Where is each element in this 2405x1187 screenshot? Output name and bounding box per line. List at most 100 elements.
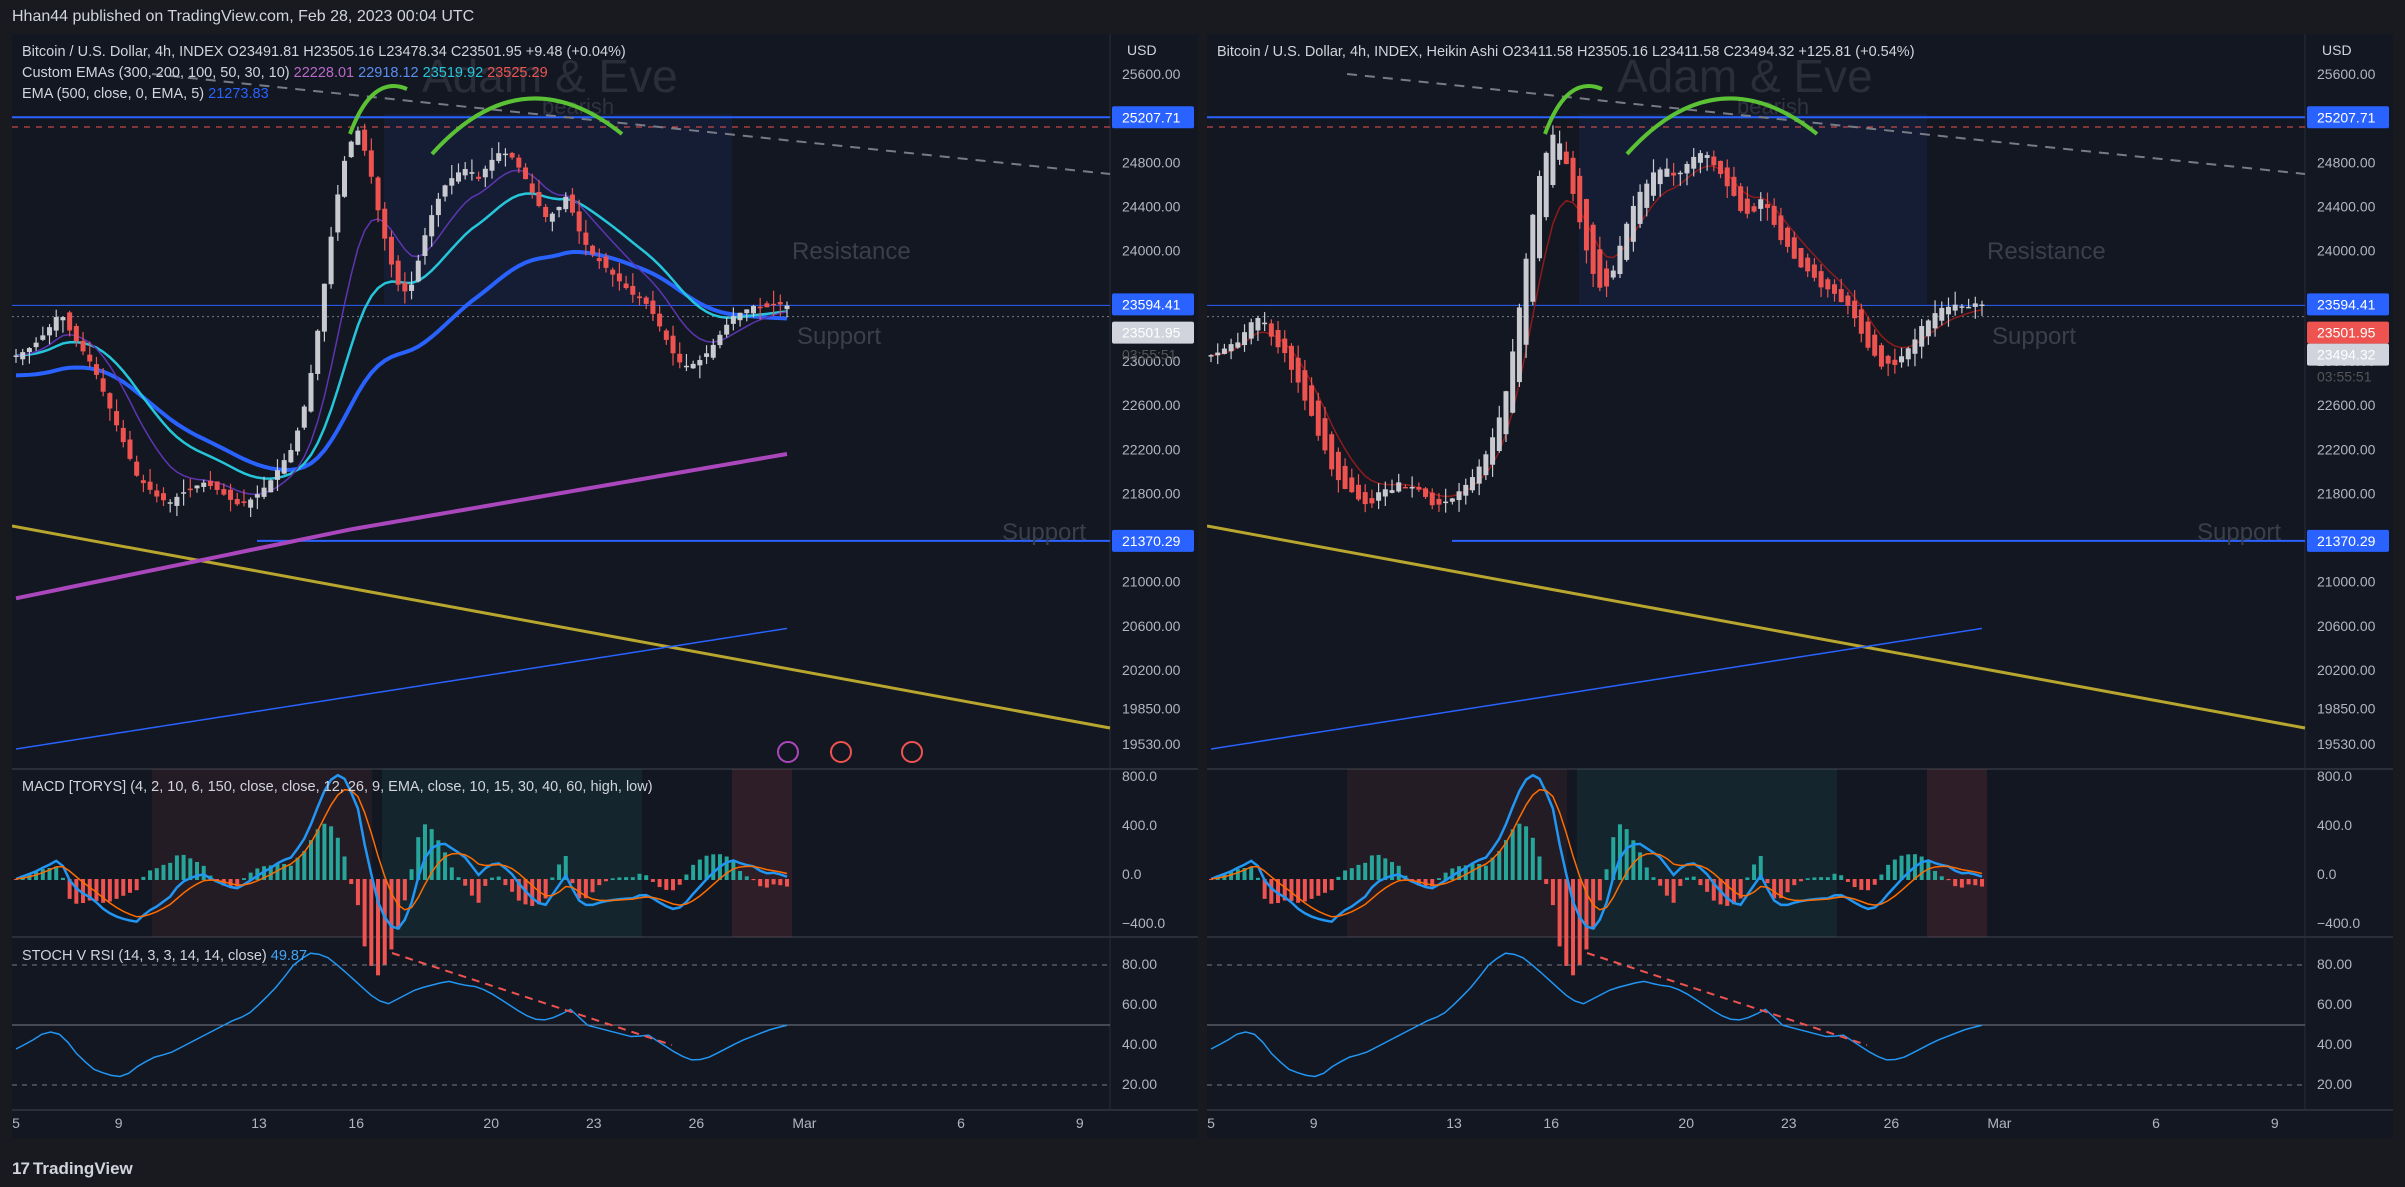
candle-body bbox=[402, 282, 408, 292]
tradingview-logo[interactable]: 17 TradingView bbox=[12, 1159, 133, 1179]
price-tick-label: 22600.00 bbox=[1122, 397, 1181, 413]
candle-body bbox=[53, 317, 59, 331]
chart-canvas-left[interactable]: 25600.0024800.0024400.0024000.0023000.00… bbox=[12, 34, 1198, 1138]
price-tick-label: 20600.00 bbox=[1122, 618, 1181, 634]
macd-histogram-bar bbox=[322, 823, 327, 880]
macd-histogram-bar bbox=[1524, 826, 1529, 880]
ema-value-4: 23525.29 bbox=[487, 65, 548, 81]
candle-body bbox=[1845, 295, 1851, 306]
candle-body bbox=[1832, 284, 1838, 294]
high-price-badge: 23594.41 bbox=[1122, 296, 1181, 312]
candle-body bbox=[1563, 151, 1569, 165]
price-tick-label: 24400.00 bbox=[1122, 198, 1181, 214]
candle-body bbox=[610, 269, 616, 275]
support-annotation-lower: Support bbox=[1002, 519, 1086, 546]
candle-body bbox=[60, 317, 66, 321]
time-tick-label: 26 bbox=[1884, 1115, 1900, 1131]
chart-panel-right[interactable]: 25600.0024800.0024400.0024000.0023000.00… bbox=[1207, 34, 2393, 1138]
candle-body bbox=[248, 499, 254, 508]
candle-body bbox=[476, 176, 482, 179]
brand-mark-icon: 17 bbox=[12, 1159, 30, 1178]
macd-histogram-bar bbox=[724, 856, 729, 880]
macd-histogram-bar bbox=[422, 824, 427, 880]
macd-histogram-bar bbox=[691, 864, 696, 880]
macd-histogram-bar bbox=[697, 859, 702, 880]
macd-histogram-bar bbox=[637, 873, 642, 880]
candle-body bbox=[1744, 198, 1750, 214]
candle-body bbox=[1811, 264, 1817, 278]
candle-body bbox=[1369, 498, 1375, 504]
support-annotation-lower: Support bbox=[2197, 519, 2281, 546]
time-tick-label: Mar bbox=[792, 1115, 816, 1131]
price-tick-label: 20600.00 bbox=[2317, 618, 2376, 634]
chart-canvas-right[interactable]: 25600.0024800.0024400.0024000.0023000.00… bbox=[1207, 34, 2393, 1138]
candle-body bbox=[704, 353, 710, 357]
candle-body bbox=[1925, 320, 1931, 337]
candle-body bbox=[1315, 400, 1321, 436]
macd-histogram-bar bbox=[1564, 879, 1569, 966]
time-tick-label: 20 bbox=[483, 1115, 499, 1131]
candle-body bbox=[710, 344, 716, 358]
candle-body bbox=[67, 312, 73, 331]
candle-body bbox=[496, 153, 502, 161]
macd-histogram-bar bbox=[174, 855, 179, 880]
candle-body bbox=[87, 354, 93, 362]
ema-value-3: 23519.92 bbox=[422, 65, 484, 81]
stoch-k-line bbox=[15, 952, 788, 1078]
candle-body bbox=[1355, 484, 1361, 500]
candle-body bbox=[274, 470, 280, 480]
candle-body bbox=[1275, 330, 1281, 348]
macd-histogram-bar bbox=[1577, 879, 1582, 966]
candle-body bbox=[1966, 306, 1972, 309]
candle-body bbox=[368, 150, 374, 177]
macd-histogram-bar bbox=[1825, 877, 1830, 880]
candle-body bbox=[382, 208, 388, 239]
time-tick-label: Mar bbox=[1987, 1115, 2011, 1131]
symbol-legend: Bitcoin / U.S. Dollar, 4h, INDEX O23491.… bbox=[22, 44, 626, 60]
candle-body bbox=[1711, 156, 1717, 166]
candle-body bbox=[1302, 370, 1308, 401]
macd-histogram-bar bbox=[181, 854, 186, 880]
candle-body bbox=[1570, 157, 1576, 194]
macd-histogram-bar bbox=[74, 879, 79, 904]
candle-body bbox=[637, 296, 643, 299]
candle-body bbox=[167, 502, 173, 504]
macd-histogram-bar bbox=[490, 877, 495, 880]
candle-body bbox=[80, 340, 86, 352]
macd-histogram-bar bbox=[577, 879, 582, 899]
candle-body bbox=[409, 284, 415, 291]
time-tick-label: 5 bbox=[1207, 1115, 1215, 1131]
candle-body bbox=[315, 330, 321, 374]
countdown-label: 03:55:51 bbox=[2317, 369, 2372, 385]
candle-body bbox=[147, 481, 153, 490]
macd-tick-label: 400.0 bbox=[2317, 817, 2352, 833]
ha-price-badge: 23494.32 bbox=[2317, 347, 2376, 363]
candle-body bbox=[1791, 237, 1797, 259]
candle-body bbox=[1282, 338, 1288, 354]
price-tick-label: 22200.00 bbox=[2317, 441, 2376, 457]
candle-body bbox=[1718, 160, 1724, 174]
macd-histogram-bar bbox=[1490, 857, 1495, 880]
candle-body bbox=[1376, 492, 1382, 501]
candle-body bbox=[603, 256, 609, 268]
macd-histogram-bar bbox=[1544, 879, 1549, 885]
candle-body bbox=[1771, 205, 1777, 225]
candle-body bbox=[1583, 199, 1589, 251]
candle-body bbox=[342, 160, 348, 197]
macd-histogram-bar bbox=[1436, 878, 1441, 880]
candle-body bbox=[100, 378, 106, 392]
candle-body bbox=[1838, 289, 1844, 303]
macd-histogram-bar bbox=[121, 879, 126, 896]
candle-body bbox=[1476, 466, 1482, 484]
high-price-badge: 23594.41 bbox=[2317, 296, 2376, 312]
candle-body bbox=[1396, 482, 1402, 492]
candle-body bbox=[1764, 204, 1770, 208]
chart-panel-left[interactable]: 25600.00 24800.00 24400.00 24000.00 23000.00… bbox=[12, 34, 1198, 1138]
macd-tick-label: 0.0 bbox=[2317, 866, 2337, 882]
candle-body bbox=[690, 363, 696, 369]
candle-body bbox=[1899, 356, 1905, 363]
candle-body bbox=[1537, 176, 1543, 259]
candle-body bbox=[33, 342, 39, 348]
candle-body bbox=[1242, 332, 1248, 346]
candle-body bbox=[757, 306, 763, 309]
